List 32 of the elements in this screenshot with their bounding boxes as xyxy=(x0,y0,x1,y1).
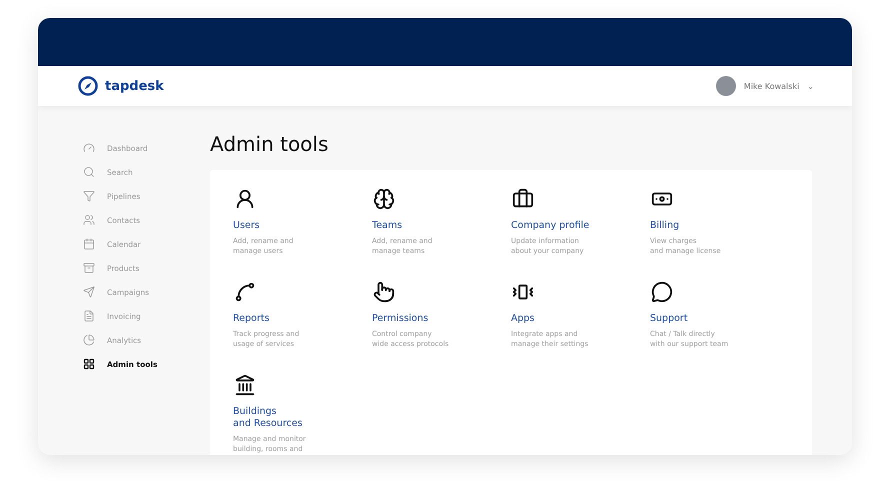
send-icon xyxy=(83,286,95,298)
filter-icon xyxy=(83,190,95,202)
tool-link[interactable]: Users xyxy=(233,220,260,232)
users-icon xyxy=(83,214,95,226)
tool-link[interactable]: Company profile xyxy=(511,220,590,232)
archive-icon xyxy=(83,262,95,274)
user-icon xyxy=(234,188,256,210)
user-name[interactable]: Mike Kowalski xyxy=(744,82,800,90)
tool-link[interactable]: Permissions xyxy=(372,313,428,325)
calendar-icon xyxy=(83,238,95,250)
compass-logo-icon xyxy=(78,76,98,96)
briefcase-icon xyxy=(512,188,534,210)
tool-link[interactable]: Reports xyxy=(233,313,270,325)
tool-link[interactable]: Apps xyxy=(511,313,535,325)
grid-icon xyxy=(83,358,95,370)
tool-link[interactable]: Teams xyxy=(372,220,402,232)
search-icon xyxy=(83,166,95,178)
avatar[interactable] xyxy=(716,76,736,96)
brand-name: tapdesk xyxy=(105,78,164,94)
brain-icon xyxy=(373,188,395,210)
tool-link[interactable]: Billing xyxy=(650,220,680,232)
gauge-icon xyxy=(83,142,95,154)
document-icon xyxy=(83,310,95,322)
tool-link[interactable]: Buildings and Resources xyxy=(233,406,302,430)
path-icon xyxy=(234,281,256,303)
caret-icon[interactable]: ⌄ xyxy=(807,82,814,90)
tool-link[interactable]: Support xyxy=(650,313,688,325)
bank-building-icon xyxy=(234,374,256,396)
pointing-hand-icon xyxy=(373,281,395,303)
chat-bubble-icon xyxy=(651,281,673,303)
page-title: Admin tools xyxy=(210,132,330,156)
pie-chart-icon xyxy=(83,334,95,346)
